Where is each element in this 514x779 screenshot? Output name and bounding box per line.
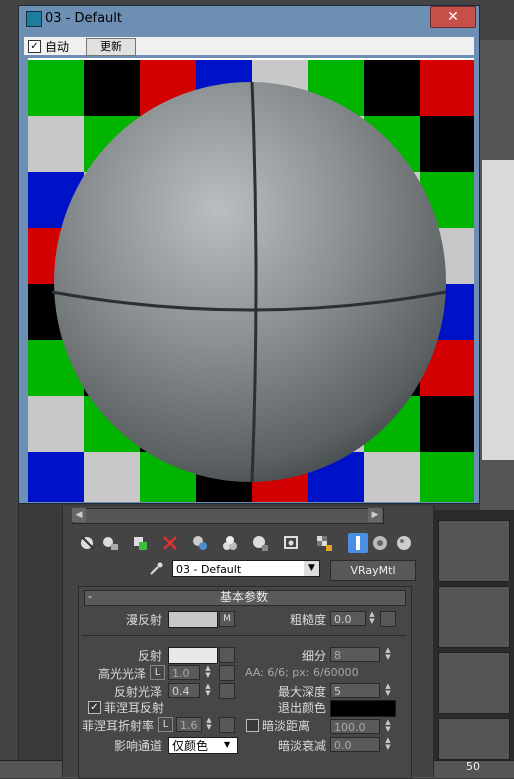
reflect-color-swatch[interactable] [168,647,218,664]
checker-cell [84,452,140,502]
roughness-spinner[interactable]: 0.0 [330,611,366,626]
material-preview [28,58,474,502]
refl-gloss-spinner[interactable]: 0.4 [168,683,200,698]
refl-gloss-label: 反射光泽 [113,685,162,699]
auto-checkbox[interactable]: ✓ [28,40,41,53]
reflect-map-button[interactable] [219,647,235,663]
scroll-right-arrow-icon[interactable]: ▶ [368,508,382,522]
fresnel-lock-button[interactable]: L [158,717,173,732]
checker-cell [420,116,474,172]
fresnel-checkbox[interactable]: ✓ [88,701,101,714]
assign-to-selection-icon[interactable] [130,533,150,553]
dim-falloff-label: 暗淡衰减 [277,739,326,753]
max-depth-spinner[interactable]: 5 [330,683,380,698]
viewport[interactable] [432,510,514,760]
checker-cell [28,396,84,452]
auto-label: 自动 [45,40,70,54]
refl-gloss-map-button[interactable] [219,683,235,699]
dim-falloff-spinner[interactable]: 0.0 [330,737,380,752]
roughness-map-button[interactable] [380,611,396,627]
fresnel-ior-label: 菲涅耳折射率 [81,719,154,733]
spinner-arrows-icon[interactable]: ▲ ▼ [203,683,213,698]
subdivs-spinner[interactable]: 8 [330,647,380,662]
app-icon [26,11,42,27]
diffuse-color-swatch[interactable] [168,611,218,628]
get-material-icon[interactable] [78,533,98,553]
show-in-viewport-icon[interactable] [282,533,302,553]
go-forward-icon[interactable] [370,533,390,553]
put-to-library-icon[interactable] [220,533,240,553]
aa-info: AA: 6/6; px: 6/60000 [245,666,359,679]
put-to-scene-icon[interactable] [100,533,120,553]
window-title: 03 - Default [45,11,122,26]
fresnel-label: 菲涅耳反射 [104,701,165,715]
reflect-label: 反射 [137,649,162,663]
checker-cell [28,116,84,172]
checker-cell [420,396,474,452]
spinner-arrows-icon[interactable]: ▲ ▼ [383,647,393,662]
spinner-arrows-icon[interactable]: ▲ ▼ [383,737,393,752]
app-right-panel [482,160,514,460]
slot-scrollbar[interactable] [72,508,384,524]
max-depth-label: 最大深度 [277,685,326,699]
dim-distance-spinner[interactable]: 100.0 [330,719,380,734]
exit-color-swatch[interactable] [330,700,396,717]
material-id-icon[interactable] [250,533,270,553]
diffuse-label: 漫反射 [125,613,162,627]
hilight-gloss-spinner[interactable]: 1.0 [168,665,200,680]
checker-cell [364,60,420,116]
update-button[interactable]: 更新 [86,38,136,56]
go-to-parent-icon[interactable] [348,533,368,553]
preview-sphere [54,82,446,482]
delete-icon[interactable] [160,533,180,553]
ruler-number: 50 [466,760,480,773]
material-name-field[interactable]: 03 - Default [172,560,320,577]
hilight-gloss-map-button[interactable] [219,665,235,681]
rollout-title: 基本参数 [219,590,268,604]
fresnel-ior-map-button[interactable] [219,717,235,733]
eyedropper-icon[interactable] [148,561,164,577]
exit-color-label: 退出颜色 [277,701,326,715]
sample-type-icon[interactable] [394,533,414,553]
checker-cell [420,60,474,116]
hilight-gloss-label: 高光光泽 [97,667,146,681]
collapse-icon[interactable]: - [88,590,92,604]
affect-channels-label: 影响通道 [113,739,162,753]
subdivs-label: 细分 [301,649,326,663]
material-toolbar [74,531,420,555]
spinner-arrows-icon[interactable]: ▲ ▼ [383,719,393,734]
roughness-label: 粗糙度 [289,613,326,627]
material-type-button[interactable]: VRayMtl [330,560,416,581]
viewport-tile [438,652,510,714]
chevron-down-icon[interactable]: ▼ [304,561,319,576]
scroll-left-arrow-icon[interactable]: ◀ [72,508,86,522]
viewport-tile [438,718,510,760]
diffuse-map-button[interactable]: M [219,611,235,627]
spinner-arrows-icon[interactable]: ▲ ▼ [203,665,213,680]
hilight-lock-button[interactable]: L [150,665,165,680]
app-left-strip [0,40,19,777]
spinner-arrows-icon[interactable]: ▲ ▼ [367,611,377,626]
spinner-arrows-icon[interactable]: ▲ ▼ [383,683,393,698]
checker-cell [28,452,84,502]
checker-cell [84,60,140,116]
spinner-arrows-icon[interactable]: ▲ ▼ [204,717,214,732]
show-end-result-icon[interactable] [314,533,334,553]
make-unique-icon[interactable] [190,533,210,553]
checker-cell [364,452,420,502]
preview-canvas [28,60,474,502]
chevron-down-icon[interactable]: ▼ [224,740,230,749]
viewport-tile [438,586,510,648]
checker-cell [28,60,84,116]
fresnel-ior-spinner[interactable]: 1.6 [176,717,202,732]
separator [82,635,406,636]
viewport-tile [438,520,510,582]
close-button[interactable]: ✕ [430,6,476,28]
checker-cell [420,452,474,502]
dim-distance-checkbox[interactable] [246,719,259,732]
dim-distance-label: 暗淡距离 [262,719,311,733]
